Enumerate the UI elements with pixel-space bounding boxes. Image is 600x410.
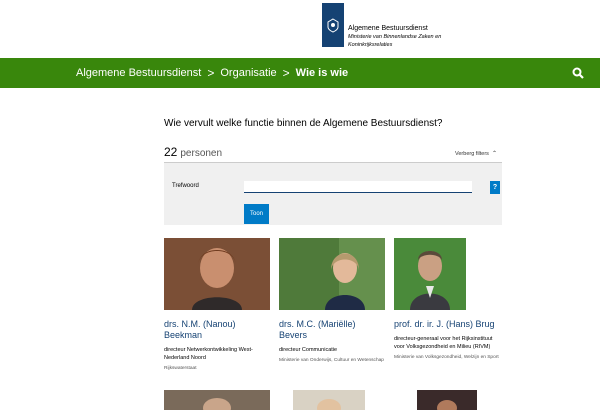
breadcrumb-item-organisatie[interactable]: Organisatie [220,67,276,79]
logo-emblem[interactable] [322,3,344,47]
toggle-filters-button[interactable]: Verberg filters ⌃ [455,150,497,157]
help-button[interactable]: ? [490,181,500,194]
person-role: directeur-generaal voor het Rijksinstitu… [394,336,493,350]
person-photo[interactable] [164,238,270,310]
person-organisation: Ministerie van Onderwijs, Cultuur en Wet… [279,358,384,363]
keyword-input[interactable] [244,181,472,193]
result-count-number: 22 [164,145,178,159]
person-organisation: Rijkswaterstaat [164,366,197,371]
breadcrumb-item-abd[interactable]: Algemene Bestuursdienst [76,67,201,79]
site-header: Algemene Bestuursdienst Ministerie van B… [0,0,600,58]
breadcrumb-separator: > [207,66,215,80]
person-name[interactable]: drs. M.C. (Mariëlle) Bevers [279,319,385,341]
result-count: 22 personen [164,145,222,159]
person-card[interactable]: drs. M.C. (Mariëlle) Bevers directeur Co… [279,238,385,364]
breadcrumb-separator: > [282,66,290,80]
page-title: Wie vervult welke functie binnen de Alge… [164,118,443,129]
chevron-up-icon: ⌃ [491,151,497,157]
coat-of-arms-icon [327,18,339,33]
person-role: directeur Communicatie [279,347,338,353]
person-name[interactable]: drs. N.M. (Nanou) Beekman [164,319,270,341]
person-photo[interactable] [279,238,385,310]
person-photo[interactable] [164,390,270,410]
search-icon[interactable] [571,66,585,80]
toggle-filters-label: Verberg filters [455,151,489,157]
keyword-label: Trefwoord [172,183,199,189]
result-count-label: personen [180,148,223,159]
logo-line-1: Algemene Bestuursdienst [348,25,428,32]
person-card[interactable]: prof. dr. ir. J. (Hans) Brug directeur-g… [394,238,500,361]
filter-panel: Trefwoord ? Toon [164,163,502,225]
person-organisation: Ministerie van Volksgezondheid, Welzijn … [394,355,499,360]
breadcrumb: Algemene Bestuursdienst > Organisatie > … [76,58,348,88]
person-photo[interactable] [394,238,466,310]
logo-text[interactable]: Algemene Bestuursdienst Ministerie van B… [348,25,441,49]
person-photo[interactable] [417,390,477,410]
person-name[interactable]: prof. dr. ir. J. (Hans) Brug [394,319,500,330]
logo-line-3: Koninkrijksrelaties [348,42,393,48]
breadcrumb-bar: Algemene Bestuursdienst > Organisatie > … [0,58,600,88]
person-role: directeur Netwerkontwikkeling West-Neder… [164,347,253,361]
person-card[interactable]: drs. N.M. (Nanou) Beekman directeur Netw… [164,238,270,372]
person-photo[interactable] [293,390,365,410]
submit-button[interactable]: Toon [244,204,269,224]
breadcrumb-current: Wie is wie [295,67,349,79]
logo-line-2: Ministerie van Binnenlandse Zaken en [348,34,442,40]
